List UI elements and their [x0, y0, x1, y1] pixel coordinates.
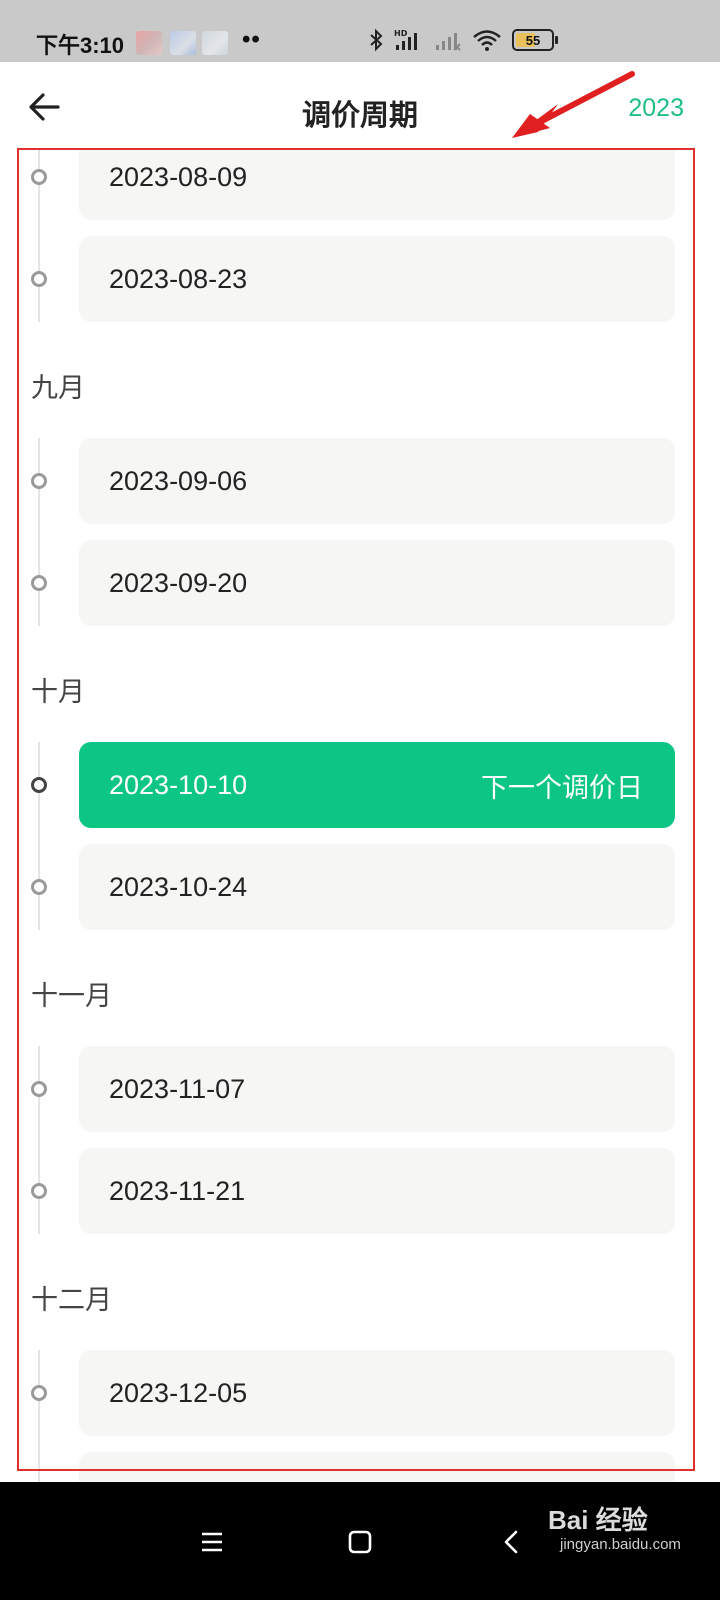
- battery-level: 55: [525, 32, 541, 48]
- timeline-dot: [31, 473, 47, 489]
- home-icon[interactable]: [338, 1520, 382, 1564]
- adjustment-date-card[interactable]: 2023-08-23: [79, 236, 675, 322]
- status-icons: HD 55: [368, 28, 558, 52]
- notification-icon: [136, 31, 162, 55]
- wifi-icon: [473, 30, 501, 51]
- date-text: 2023-12-05: [109, 1377, 248, 1408]
- month-label: 十月: [31, 677, 85, 707]
- timeline-dot: [31, 575, 47, 591]
- timeline-dot: [31, 879, 47, 895]
- battery-icon: 55: [512, 29, 558, 51]
- notification-icon: [170, 31, 196, 55]
- page-title: 调价周期: [301, 100, 418, 132]
- timeline-dot: [31, 1183, 47, 1199]
- next-adjustment-label: 下一个调价日: [481, 772, 643, 803]
- notification-icon: [202, 31, 228, 55]
- watermark-url: jingyan.baidu.com: [560, 1536, 681, 1553]
- date-text: 2023-10-24: [109, 871, 248, 902]
- month-label: 十一月: [31, 981, 112, 1011]
- signal-off-icon: [436, 33, 461, 51]
- hd-signal-icon: HD: [394, 29, 417, 50]
- month-label: 九月: [31, 373, 85, 403]
- month-label: 十二月: [31, 1285, 112, 1315]
- date-text: 2023-09-06: [109, 465, 248, 496]
- date-text: 2023-08-23: [109, 263, 248, 294]
- back-icon[interactable]: [490, 1520, 534, 1564]
- timeline-dot: [31, 1385, 47, 1401]
- adjustment-date-card[interactable]: 2023-09-20: [79, 540, 675, 626]
- date-text: 2023-10-10: [109, 769, 248, 800]
- bluetooth-icon: [370, 28, 383, 52]
- timeline-line: [38, 1046, 40, 1234]
- date-text: 2023-08-09: [109, 161, 248, 192]
- app-header: 调价周期 2023: [0, 62, 720, 148]
- adjustment-date-card[interactable]: 2023-11-21: [79, 1148, 675, 1234]
- year-selector-button[interactable]: 2023: [628, 94, 684, 123]
- status-time: 下午3:10: [36, 33, 125, 58]
- timeline-dot: [31, 777, 47, 793]
- timeline-dot: [31, 169, 47, 185]
- svg-text:HD: HD: [394, 29, 408, 38]
- status-bar: 下午3:10 •• HD 55: [0, 0, 720, 62]
- timeline-line: [38, 742, 40, 930]
- timeline-line: [38, 438, 40, 626]
- timeline-line: [38, 1350, 40, 1482]
- watermark-logo: Bai 经验: [548, 1505, 648, 1535]
- date-text: 2023-11-07: [109, 1073, 246, 1104]
- more-notifications-indicator: ••: [242, 26, 261, 53]
- adjustment-date-card[interactable]: 2023-12-05: [79, 1350, 675, 1436]
- adjustment-date-card[interactable]: 2023-09-06: [79, 438, 675, 524]
- adjustment-date-card[interactable]: 2023-11-07: [79, 1046, 675, 1132]
- next-adjustment-date-card[interactable]: 2023-10-10 下一个调价日: [79, 742, 675, 828]
- adjustment-date-card[interactable]: 2023-10-24: [79, 844, 675, 930]
- adjustment-date-card[interactable]: 2023-08-09: [79, 148, 675, 220]
- date-text: 2023-11-21: [109, 1175, 246, 1206]
- adjustment-date-card[interactable]: 2023-12-19: [79, 1452, 675, 1482]
- adjustment-timeline[interactable]: 2023-08-09 2023-08-23 九月 2023-09-06 2023-09-…: [0, 148, 720, 1482]
- menu-icon[interactable]: [190, 1520, 234, 1564]
- date-text: 2023-09-20: [109, 567, 248, 598]
- timeline-dot: [31, 271, 47, 287]
- timeline-dot: [31, 1081, 47, 1097]
